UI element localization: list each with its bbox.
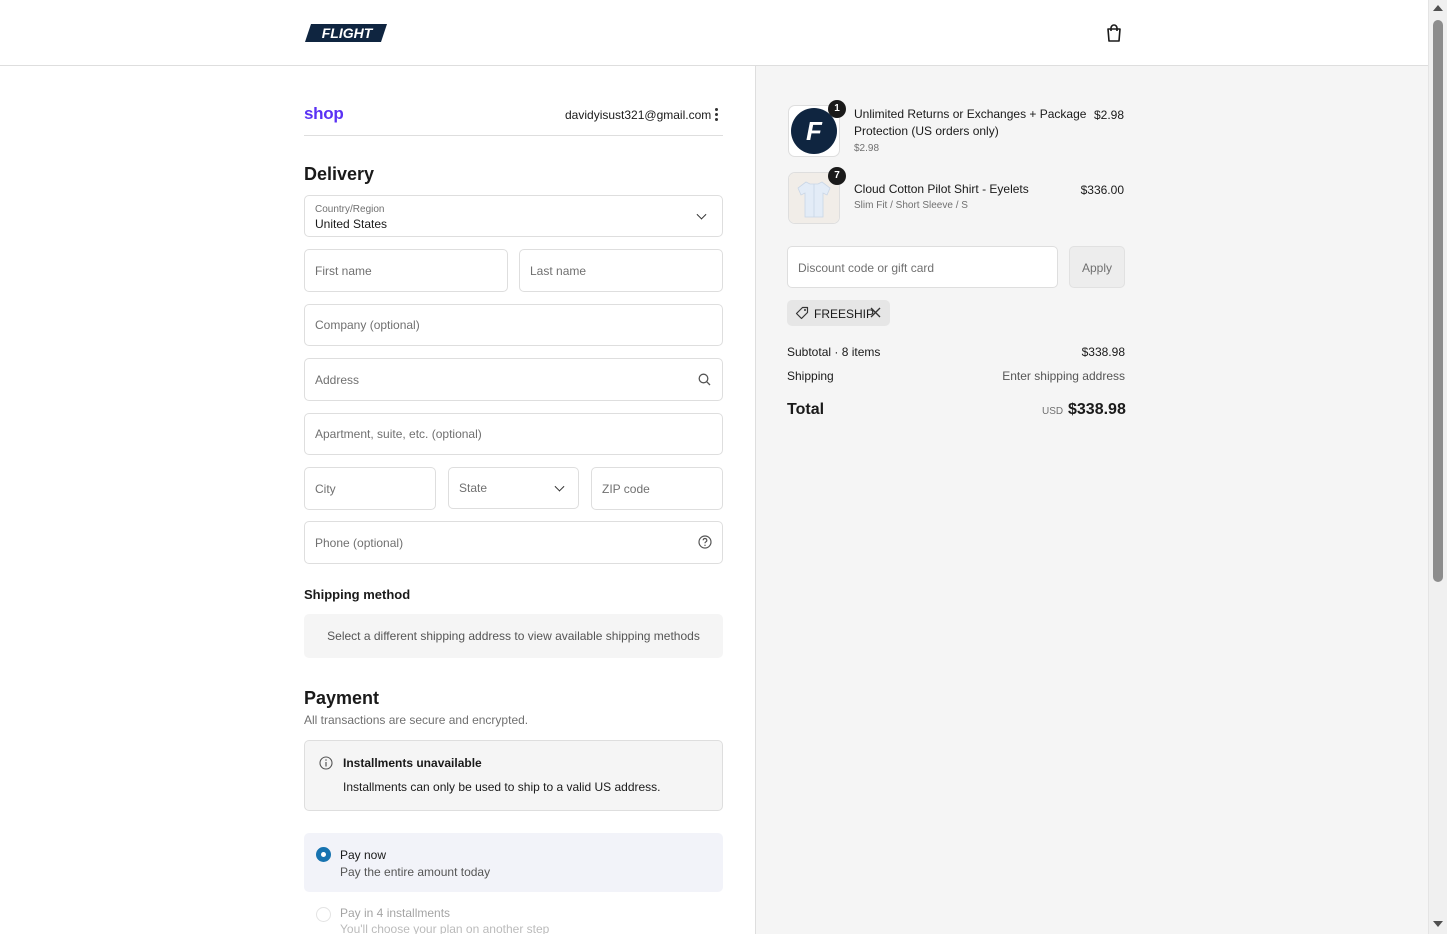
- item-title: Unlimited Returns or Exchanges + Package: [854, 107, 1087, 121]
- discount-placeholder: Discount code or gift card: [798, 261, 935, 275]
- close-icon[interactable]: [870, 307, 881, 318]
- flight-logo[interactable]: FLIGHT: [305, 24, 387, 42]
- tag-icon: [795, 306, 809, 320]
- phone-field[interactable]: Phone (optional): [304, 521, 723, 564]
- address-placeholder: Address: [315, 372, 360, 387]
- quantity-badge: 7: [828, 167, 846, 185]
- address-field[interactable]: Address: [304, 358, 723, 401]
- item-title: Cloud Cotton Pilot Shirt - Eyelets: [854, 182, 1029, 196]
- shopping-bag-icon[interactable]: [1103, 22, 1125, 44]
- discount-code-text: FREESHIP: [814, 307, 875, 321]
- city-field[interactable]: City: [304, 467, 436, 510]
- shipping-method-notice: Select a different shipping address to v…: [304, 614, 723, 658]
- quantity-badge: 1: [828, 100, 846, 118]
- page-scrollbar[interactable]: [1428, 0, 1447, 934]
- search-icon: [698, 373, 711, 386]
- currency-code: USD: [1042, 406, 1064, 417]
- applied-discount-chip: FREESHIP: [787, 300, 890, 326]
- installments-label: Pay in 4 installments: [340, 906, 451, 920]
- discount-code-input[interactable]: Discount code or gift card: [787, 246, 1058, 288]
- item-price: $2.98: [1093, 108, 1124, 122]
- divider: [304, 135, 723, 136]
- chevron-down-icon: [696, 209, 707, 220]
- last-name-field[interactable]: Last name: [519, 249, 723, 292]
- country-select[interactable]: Country/Region United States: [304, 195, 723, 237]
- installments-desc: You'll choose your plan on another step: [340, 922, 550, 934]
- scroll-down-icon[interactable]: [1433, 921, 1443, 927]
- radio-selected[interactable]: [316, 847, 331, 862]
- item-title-line2: Protection (US orders only): [854, 124, 999, 138]
- state-placeholder: State: [459, 481, 488, 495]
- last-name-placeholder: Last name: [530, 263, 587, 278]
- site-header: FLIGHT: [0, 0, 1428, 66]
- installments-notice: Installments unavailable Installments ca…: [304, 740, 723, 811]
- shipping-value: Enter shipping address: [1002, 369, 1125, 383]
- apply-label: Apply: [1081, 261, 1113, 275]
- country-value: United States: [315, 217, 388, 231]
- apply-discount-button[interactable]: Apply: [1069, 246, 1125, 288]
- pay-now-desc: Pay the entire amount today: [340, 865, 491, 879]
- logo-text: FLIGHT: [322, 25, 374, 41]
- subtotal-value: $338.98: [1081, 345, 1125, 359]
- state-select[interactable]: State: [448, 467, 579, 509]
- zip-field[interactable]: ZIP code: [591, 467, 723, 510]
- zip-placeholder: ZIP code: [602, 481, 650, 496]
- radio-unselected[interactable]: [316, 907, 331, 922]
- pay-now-label: Pay now: [340, 848, 387, 862]
- company-placeholder: Company (optional): [315, 318, 420, 332]
- delivery-title: Delivery: [304, 164, 375, 184]
- first-name-field[interactable]: First name: [304, 249, 508, 292]
- payment-subtitle: All transactions are secure and encrypte…: [304, 713, 529, 727]
- apartment-placeholder: Apartment, suite, etc. (optional): [315, 427, 482, 441]
- city-placeholder: City: [315, 481, 336, 496]
- total-label: Total: [787, 401, 825, 418]
- payment-title: Payment: [304, 688, 380, 708]
- account-email: davidyisust321@gmail.com: [565, 108, 712, 122]
- info-icon: [319, 756, 333, 770]
- shop-pay-logo[interactable]: shop: [304, 104, 344, 124]
- phone-placeholder: Phone (optional): [315, 535, 404, 550]
- pay-now-option[interactable]: Pay now Pay the entire amount today: [304, 833, 723, 892]
- country-label: Country/Region: [315, 204, 385, 215]
- shipping-method-message: Select a different shipping address to v…: [327, 629, 700, 643]
- subtotal-label: Subtotal · 8 items: [787, 345, 881, 359]
- company-field[interactable]: Company (optional): [304, 304, 723, 346]
- shipping-label: Shipping: [787, 369, 834, 383]
- pay-installments-option[interactable]: Pay in 4 installments You'll choose your…: [304, 900, 723, 934]
- help-icon[interactable]: [698, 535, 712, 549]
- total-value: $338.98: [1068, 401, 1126, 418]
- scroll-thumb[interactable]: [1433, 20, 1443, 582]
- notice-title: Installments unavailable: [343, 756, 482, 770]
- scroll-up-icon[interactable]: [1433, 5, 1443, 11]
- item-subtitle: $2.98: [854, 143, 880, 154]
- notice-text: Installments can only be used to ship to…: [343, 780, 661, 794]
- first-name-placeholder: First name: [315, 263, 372, 278]
- apartment-field[interactable]: Apartment, suite, etc. (optional): [304, 413, 723, 455]
- svg-text:F: F: [806, 116, 823, 146]
- shipping-method-title: Shipping method: [304, 587, 411, 602]
- kebab-menu-icon[interactable]: [712, 108, 720, 122]
- item-subtitle: Slim Fit / Short Sleeve / S: [854, 200, 968, 211]
- item-price: $336.00: [1080, 183, 1124, 197]
- chevron-down-icon: [554, 481, 565, 492]
